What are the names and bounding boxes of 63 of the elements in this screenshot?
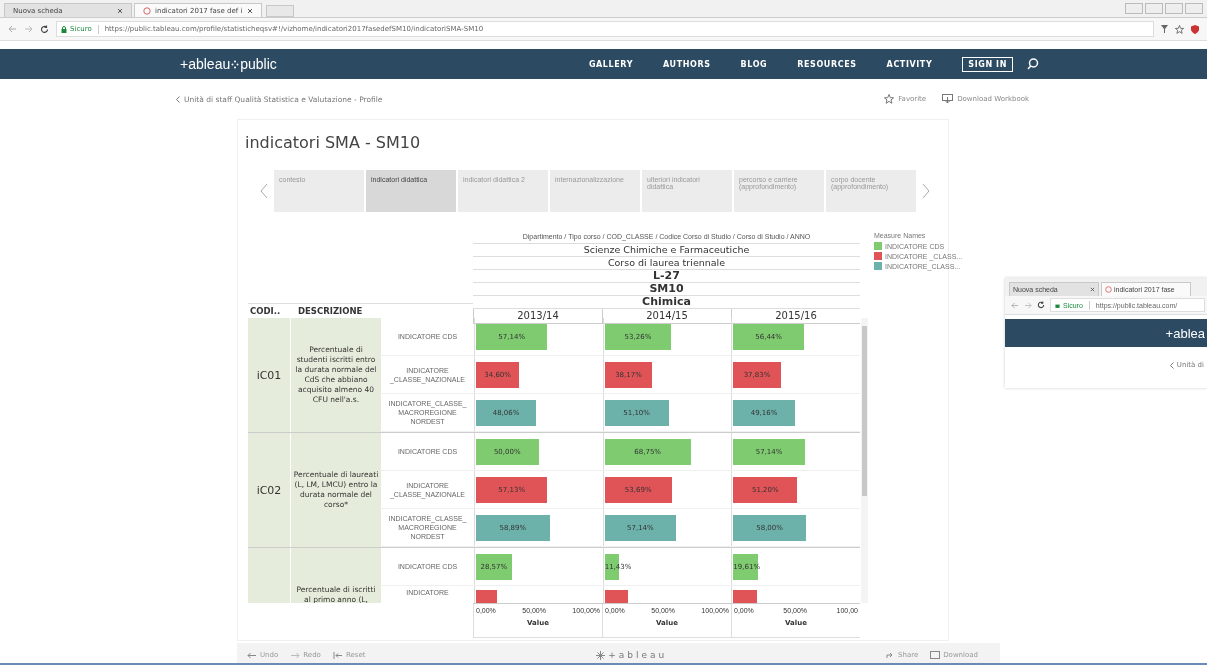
nav-link[interactable]: GALLERY xyxy=(588,59,634,69)
nav-link[interactable]: AUTHORS xyxy=(663,59,711,69)
reload-icon[interactable] xyxy=(1037,301,1045,309)
filter-icon[interactable] xyxy=(1161,25,1168,33)
code-text: iC01 xyxy=(256,368,282,382)
bar[interactable] xyxy=(604,514,677,541)
lock-icon xyxy=(1055,302,1060,308)
year-header: 2015/16 xyxy=(731,309,860,323)
nav-link[interactable]: ACTIVITY xyxy=(886,59,933,69)
bar[interactable] xyxy=(476,476,548,503)
bar[interactable] xyxy=(476,438,539,465)
monitor-icon xyxy=(942,94,954,104)
download-icon xyxy=(930,651,941,659)
header-label: Corso di laurea triennale xyxy=(473,257,860,270)
bar[interactable] xyxy=(476,514,550,541)
bar[interactable] xyxy=(604,438,691,465)
lock-icon xyxy=(61,25,67,33)
header-label: L-27 xyxy=(473,270,860,283)
bar[interactable] xyxy=(604,361,653,388)
bar[interactable] xyxy=(476,361,520,388)
globe-icon xyxy=(143,6,151,15)
bar[interactable] xyxy=(733,514,806,541)
bar[interactable] xyxy=(733,438,805,465)
close-icon[interactable] xyxy=(247,7,253,14)
bar[interactable] xyxy=(476,399,537,426)
redo-icon xyxy=(290,651,301,659)
tableau-logo[interactable]: +ableau xyxy=(596,650,668,660)
undo-icon xyxy=(247,651,257,659)
column-header: DESCRIZIONE xyxy=(297,306,364,316)
bar[interactable] xyxy=(476,553,512,580)
site-logo[interactable]: +ableau public xyxy=(180,56,277,72)
share-icon xyxy=(886,651,895,659)
close-icon[interactable] xyxy=(1090,287,1095,292)
sign-in-button[interactable]: SIGN IN xyxy=(962,56,1013,72)
star-icon xyxy=(884,94,895,104)
shield-icon[interactable] xyxy=(1191,24,1199,34)
code-text: iC02 xyxy=(256,483,282,497)
header-label: SM10 xyxy=(473,283,860,296)
bar[interactable] xyxy=(604,476,672,503)
site-logo[interactable]: +ablea xyxy=(1165,325,1205,341)
bar[interactable] xyxy=(733,361,781,388)
year-header: 2014/15 xyxy=(602,309,731,323)
chevron-left-icon[interactable] xyxy=(1169,361,1174,369)
bar[interactable] xyxy=(733,399,795,426)
nav-link[interactable]: BLOG xyxy=(740,59,768,69)
scrollbar[interactable] xyxy=(861,318,868,603)
chevron-left-icon[interactable] xyxy=(176,95,180,103)
nav-link[interactable]: RESOURCES xyxy=(797,59,857,69)
reload-icon[interactable] xyxy=(40,24,49,34)
year-header: 2013/14 xyxy=(473,309,602,323)
star-icon[interactable] xyxy=(1175,24,1184,34)
bar[interactable] xyxy=(604,399,669,426)
dashboard-title: indicatori SMA - SM10 xyxy=(244,132,422,154)
header-label: Chimica xyxy=(473,296,860,309)
globe-icon xyxy=(1105,286,1112,293)
dots-icon xyxy=(231,59,240,69)
bar[interactable] xyxy=(604,323,672,350)
reset-icon xyxy=(332,651,343,659)
header-label: Scienze Chimiche e Farmaceutiche xyxy=(473,244,860,257)
column-header: CODI.. xyxy=(249,306,282,316)
bar[interactable] xyxy=(733,476,798,503)
search-icon[interactable] xyxy=(1027,58,1039,70)
close-icon[interactable] xyxy=(117,7,123,14)
